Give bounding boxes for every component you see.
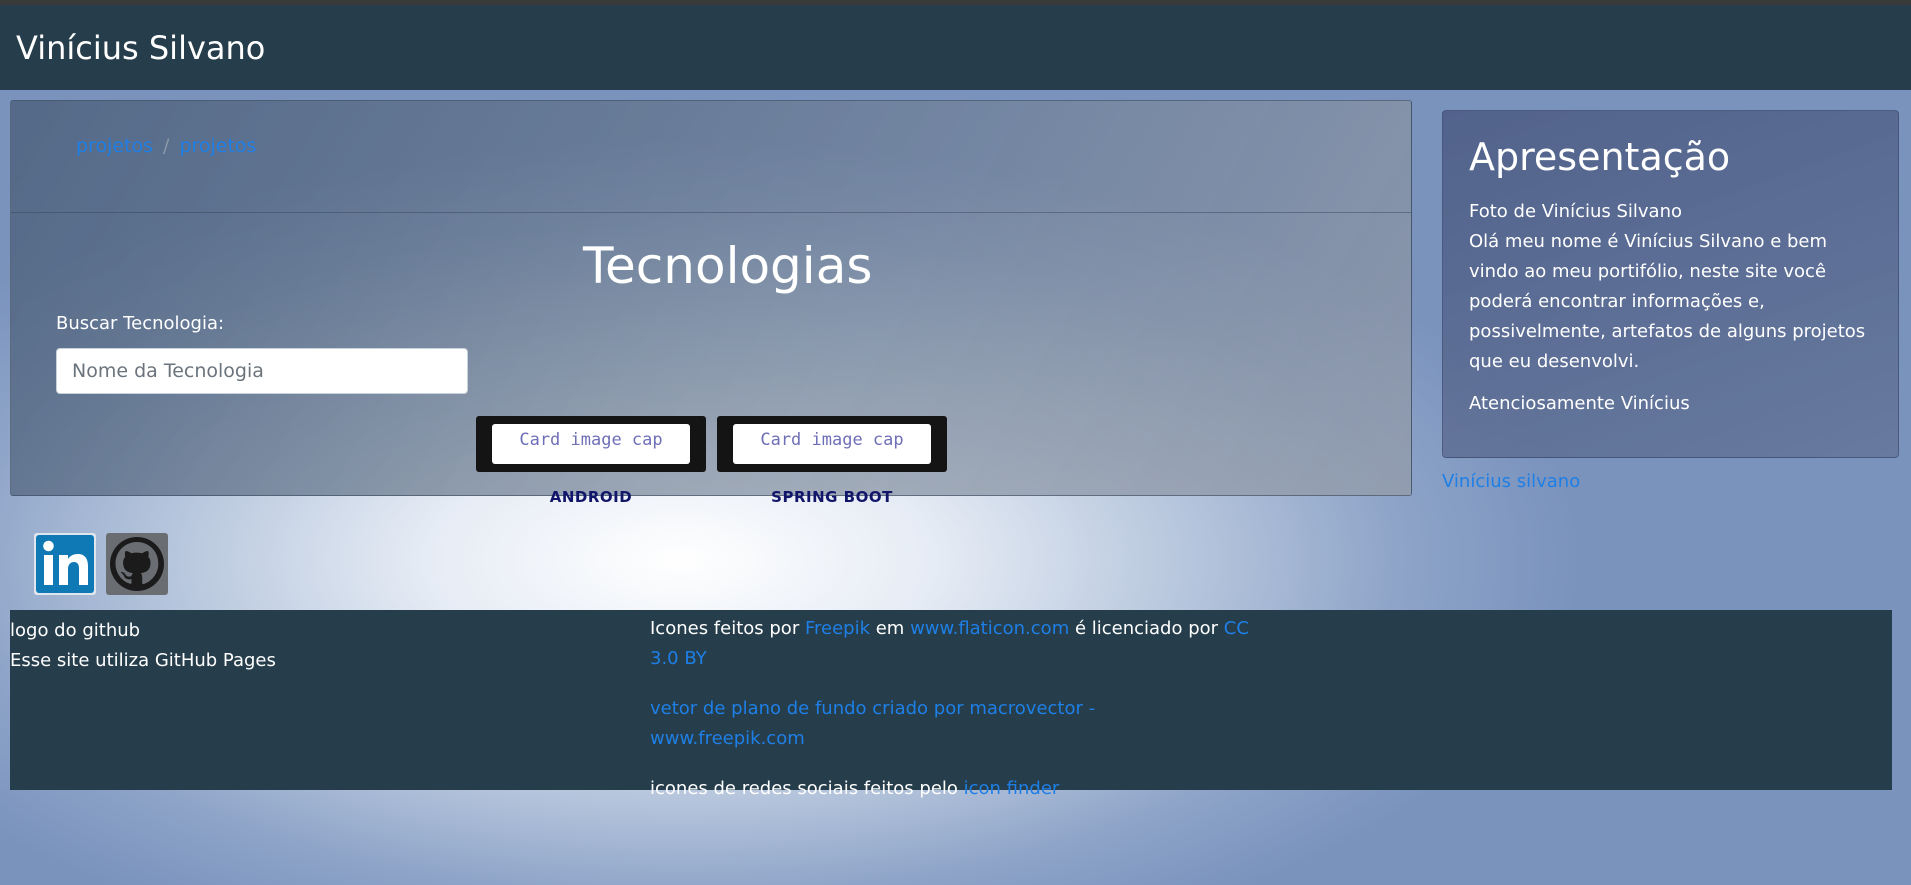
breadcrumb-separator: / <box>163 135 170 157</box>
section-title: Tecnologias <box>583 237 873 295</box>
card-image: Card image cap <box>733 424 931 464</box>
tech-card-name: SPRING BOOT <box>771 488 893 506</box>
presentation-signature: Atenciosamente Vinícius <box>1469 393 1690 414</box>
breadcrumb: projetos / projetos <box>76 135 256 157</box>
card-header: projetos / projetos <box>11 101 1411 213</box>
navbar: Vinícius Silvano <box>0 5 1911 90</box>
social-credits-prefix: icones de redes sociais feitos pelo <box>650 778 964 799</box>
profile-photo-alt: Foto de Vinícius Silvano <box>1469 201 1683 222</box>
tech-card-spring-boot[interactable]: Card image cap SPRING BOOT <box>717 416 947 506</box>
github-logo-alt: logo do github <box>10 620 141 641</box>
background-credit-link[interactable]: vetor de plano de fundo criado por macro… <box>650 698 1095 749</box>
card-image: Card image cap <box>492 424 690 464</box>
card-image-frame: Card image cap <box>476 416 706 472</box>
freepik-link[interactable]: Freepik <box>805 618 870 639</box>
icon-credits-mid: em <box>870 618 911 639</box>
footer: logo do github Esse site utiliza GitHub … <box>10 610 1892 799</box>
presentation-title: Apresentação <box>1469 135 1731 179</box>
breadcrumb-item-projetos-current[interactable]: projetos <box>179 135 256 157</box>
card-image-frame: Card image cap <box>717 416 947 472</box>
github-icon[interactable] <box>106 533 168 595</box>
search-input[interactable] <box>56 348 468 394</box>
presentation-card: Apresentação Foto de Vinícius Silvano Ol… <box>1442 110 1899 458</box>
icon-credits: Icones feitos por Freepik em www.flatico… <box>650 614 1250 674</box>
presentation-text: Olá meu nome é Vinícius Silvano e bem vi… <box>1469 231 1866 372</box>
icon-credits-prefix: Icones feitos por <box>650 618 805 639</box>
search-label: Buscar Tecnologia: <box>56 313 225 334</box>
author-link[interactable]: Vinícius silvano <box>1442 471 1580 492</box>
breadcrumb-item-projetos[interactable]: projetos <box>76 135 153 157</box>
iconfinder-link[interactable]: icon finder <box>964 778 1060 799</box>
social-icons-credits: icones de redes sociais feitos pelo icon… <box>650 774 1250 804</box>
tech-card-android[interactable]: Card image cap ANDROID <box>476 416 706 506</box>
flaticon-link[interactable]: www.flaticon.com <box>910 618 1069 639</box>
tech-card-name: ANDROID <box>549 488 633 506</box>
brand-link[interactable]: Vinícius Silvano <box>16 29 265 67</box>
main-card: projetos / projetos Tecnologias Buscar Tec… <box>10 100 1412 506</box>
linkedin-icon[interactable] <box>34 533 96 595</box>
github-pages-note: Esse site utiliza GitHub Pages <box>10 650 276 671</box>
icon-credits-license-text: é licenciado por <box>1069 618 1224 639</box>
